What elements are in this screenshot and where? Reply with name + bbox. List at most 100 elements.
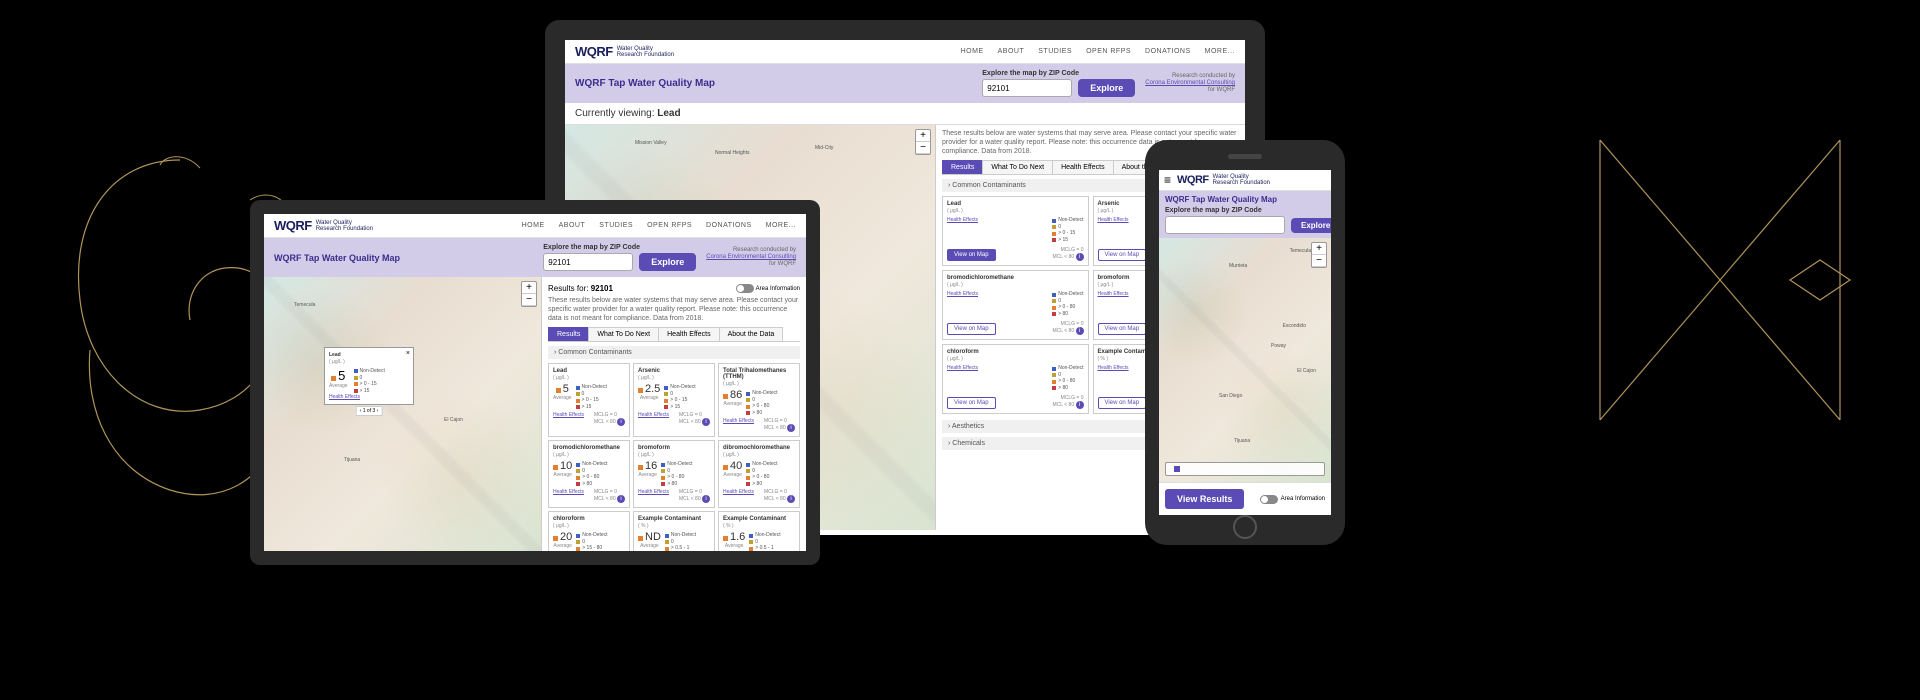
contaminant-value: 16 [645,460,657,472]
zoom-out-button[interactable]: − [916,142,930,154]
nav-more[interactable]: MORE... [1205,48,1235,55]
tab-todo[interactable]: What To Do Next [982,160,1053,174]
decorative-geometric-x [1580,120,1860,470]
tablet-device: WQRF Water QualityResearch Foundation HO… [250,200,820,565]
zip-input[interactable] [543,253,633,271]
toggle-icon[interactable] [1260,495,1278,504]
health-effects-link[interactable]: Health Effects [553,412,584,426]
health-effects-link[interactable]: Health Effects [723,489,754,503]
tab-todo[interactable]: What To Do Next [588,327,659,341]
view-results-button[interactable]: View Results [1165,489,1244,509]
disclaimer-text: These results below are water systems th… [548,296,800,323]
view-on-map-button[interactable]: View on Map [1098,397,1147,409]
zoom-in-button[interactable]: + [1312,243,1326,255]
contaminant-name: chloroform [947,349,1084,355]
info-icon[interactable]: i [787,495,795,503]
info-icon[interactable]: i [1076,253,1084,261]
section-common[interactable]: Common Contaminants [548,346,800,359]
contaminant-value: 5 [563,383,569,395]
zoom-in-button[interactable]: + [916,130,930,142]
logo-tagline: Water QualityResearch Foundation [1213,174,1270,186]
nav-about[interactable]: ABOUT [559,222,586,229]
legend: Non-Detect 0 > 0 - 80 > 80 [1052,291,1083,317]
results-panel: Results for: 92101 Area Information Thes… [541,277,806,551]
tab-results[interactable]: Results [548,327,589,341]
health-effects-link[interactable]: Health Effects [638,412,669,426]
average-label: Average [553,543,572,549]
health-effects-link[interactable]: Health Effects [638,489,669,503]
map-city-label: Tijuana [344,457,360,463]
app-header: WQRF Water QualityResearch Foundation HO… [264,214,806,238]
contaminant-card: Lead ( µg/L ) Health Effects Non-Detect … [942,196,1089,266]
health-effects-link[interactable]: Health Effects [723,418,754,432]
popup-pagination[interactable]: ‹ 1 of 3 › [356,406,383,416]
phone-device: ≡ WQRF Water QualityResearch Foundation … [1145,140,1345,545]
tab-results[interactable]: Results [942,160,983,174]
health-effects-link[interactable]: Health Effects [1098,365,1129,371]
info-icon[interactable]: i [1076,327,1084,335]
hamburger-icon[interactable]: ≡ [1164,173,1171,187]
nav-home[interactable]: HOME [961,48,984,55]
research-link[interactable]: Corona Environmental Consulting [706,254,796,260]
health-effects-link[interactable]: Health Effects [947,365,978,371]
contaminant-name: Lead [553,368,625,374]
contaminant-name: Example Contaminant [638,516,710,522]
contaminant-name: Total Trihalomethanes (TTHM) [723,368,795,380]
nav-more[interactable]: MORE... [766,222,796,229]
zoom-in-button[interactable]: + [522,282,536,294]
phone-speaker [1228,154,1262,159]
info-icon[interactable]: i [617,418,625,426]
health-effects-link[interactable]: Health Effects [1098,217,1129,223]
zip-label: Explore the map by ZIP Code [543,244,696,251]
nav-donations[interactable]: DONATIONS [1145,48,1191,55]
research-link[interactable]: Corona Environmental Consulting [1145,80,1235,86]
health-effects-link[interactable]: Health Effects [947,291,978,297]
explore-button[interactable]: Explore [639,253,696,271]
currently-viewing: Currently viewing: Lead [565,103,1245,125]
map-city-label: Tijuana [1234,438,1250,444]
contaminant-unit: ( % ) [723,523,795,529]
view-on-map-button[interactable]: View on Map [1098,323,1147,335]
nav-home[interactable]: HOME [522,222,545,229]
explore-button[interactable]: Explore [1078,79,1135,97]
tab-about[interactable]: About the Data [719,327,784,341]
close-icon[interactable]: × [406,350,410,357]
contaminant-unit: ( µg/L ) [947,356,1084,362]
nav-rfps[interactable]: OPEN RFPS [1086,48,1131,55]
area-info-toggle[interactable]: Area Information [1260,495,1325,504]
health-effects-link[interactable]: Health Effects [329,394,360,400]
tab-health[interactable]: Health Effects [658,327,719,341]
info-icon[interactable]: i [702,418,710,426]
zip-input[interactable] [982,79,1072,97]
nav-studies[interactable]: STUDIES [1038,48,1072,55]
nav-rfps[interactable]: OPEN RFPS [647,222,692,229]
map[interactable]: + − × Lead ( µg/L ) 5 Average Non-Detect [264,277,541,551]
contaminant-card: bromodichloromethane ( µg/L ) Health Eff… [942,270,1089,340]
zoom-out-button[interactable]: − [1312,255,1326,267]
health-effects-link[interactable]: Health Effects [1098,291,1129,297]
health-effects-link[interactable]: Health Effects [553,489,584,503]
view-on-map-button[interactable]: View on Map [947,397,996,409]
info-icon[interactable]: i [1076,401,1084,409]
nav-donations[interactable]: DONATIONS [706,222,752,229]
view-on-map-button[interactable]: View on Map [947,249,996,261]
info-icon[interactable]: i [702,495,710,503]
explore-button[interactable]: Explore [1291,218,1331,233]
tab-health[interactable]: Health Effects [1052,160,1113,174]
zoom-out-button[interactable]: − [522,294,536,306]
nav-about[interactable]: ABOUT [998,48,1025,55]
app-header: ≡ WQRF Water QualityResearch Foundation [1159,170,1331,191]
info-icon[interactable]: i [787,424,795,432]
map-slider[interactable] [1165,462,1325,476]
contaminant-card: dibromochloromethane ( µg/L ) 40 Average… [718,440,800,508]
health-effects-link[interactable]: Health Effects [947,217,978,223]
info-icon[interactable]: i [617,495,625,503]
nav-studies[interactable]: STUDIES [599,222,633,229]
map[interactable]: + − Temecula Murrieta Escondido San Dieg… [1159,238,1331,482]
view-on-map-button[interactable]: View on Map [1098,249,1147,261]
zip-input[interactable] [1165,216,1285,234]
map-zoom-controls: + − [915,129,931,155]
main-content: + − × Lead ( µg/L ) 5 Average Non-Detect [264,277,806,551]
view-on-map-button[interactable]: View on Map [947,323,996,335]
contaminant-value: 1.6 [730,531,745,543]
